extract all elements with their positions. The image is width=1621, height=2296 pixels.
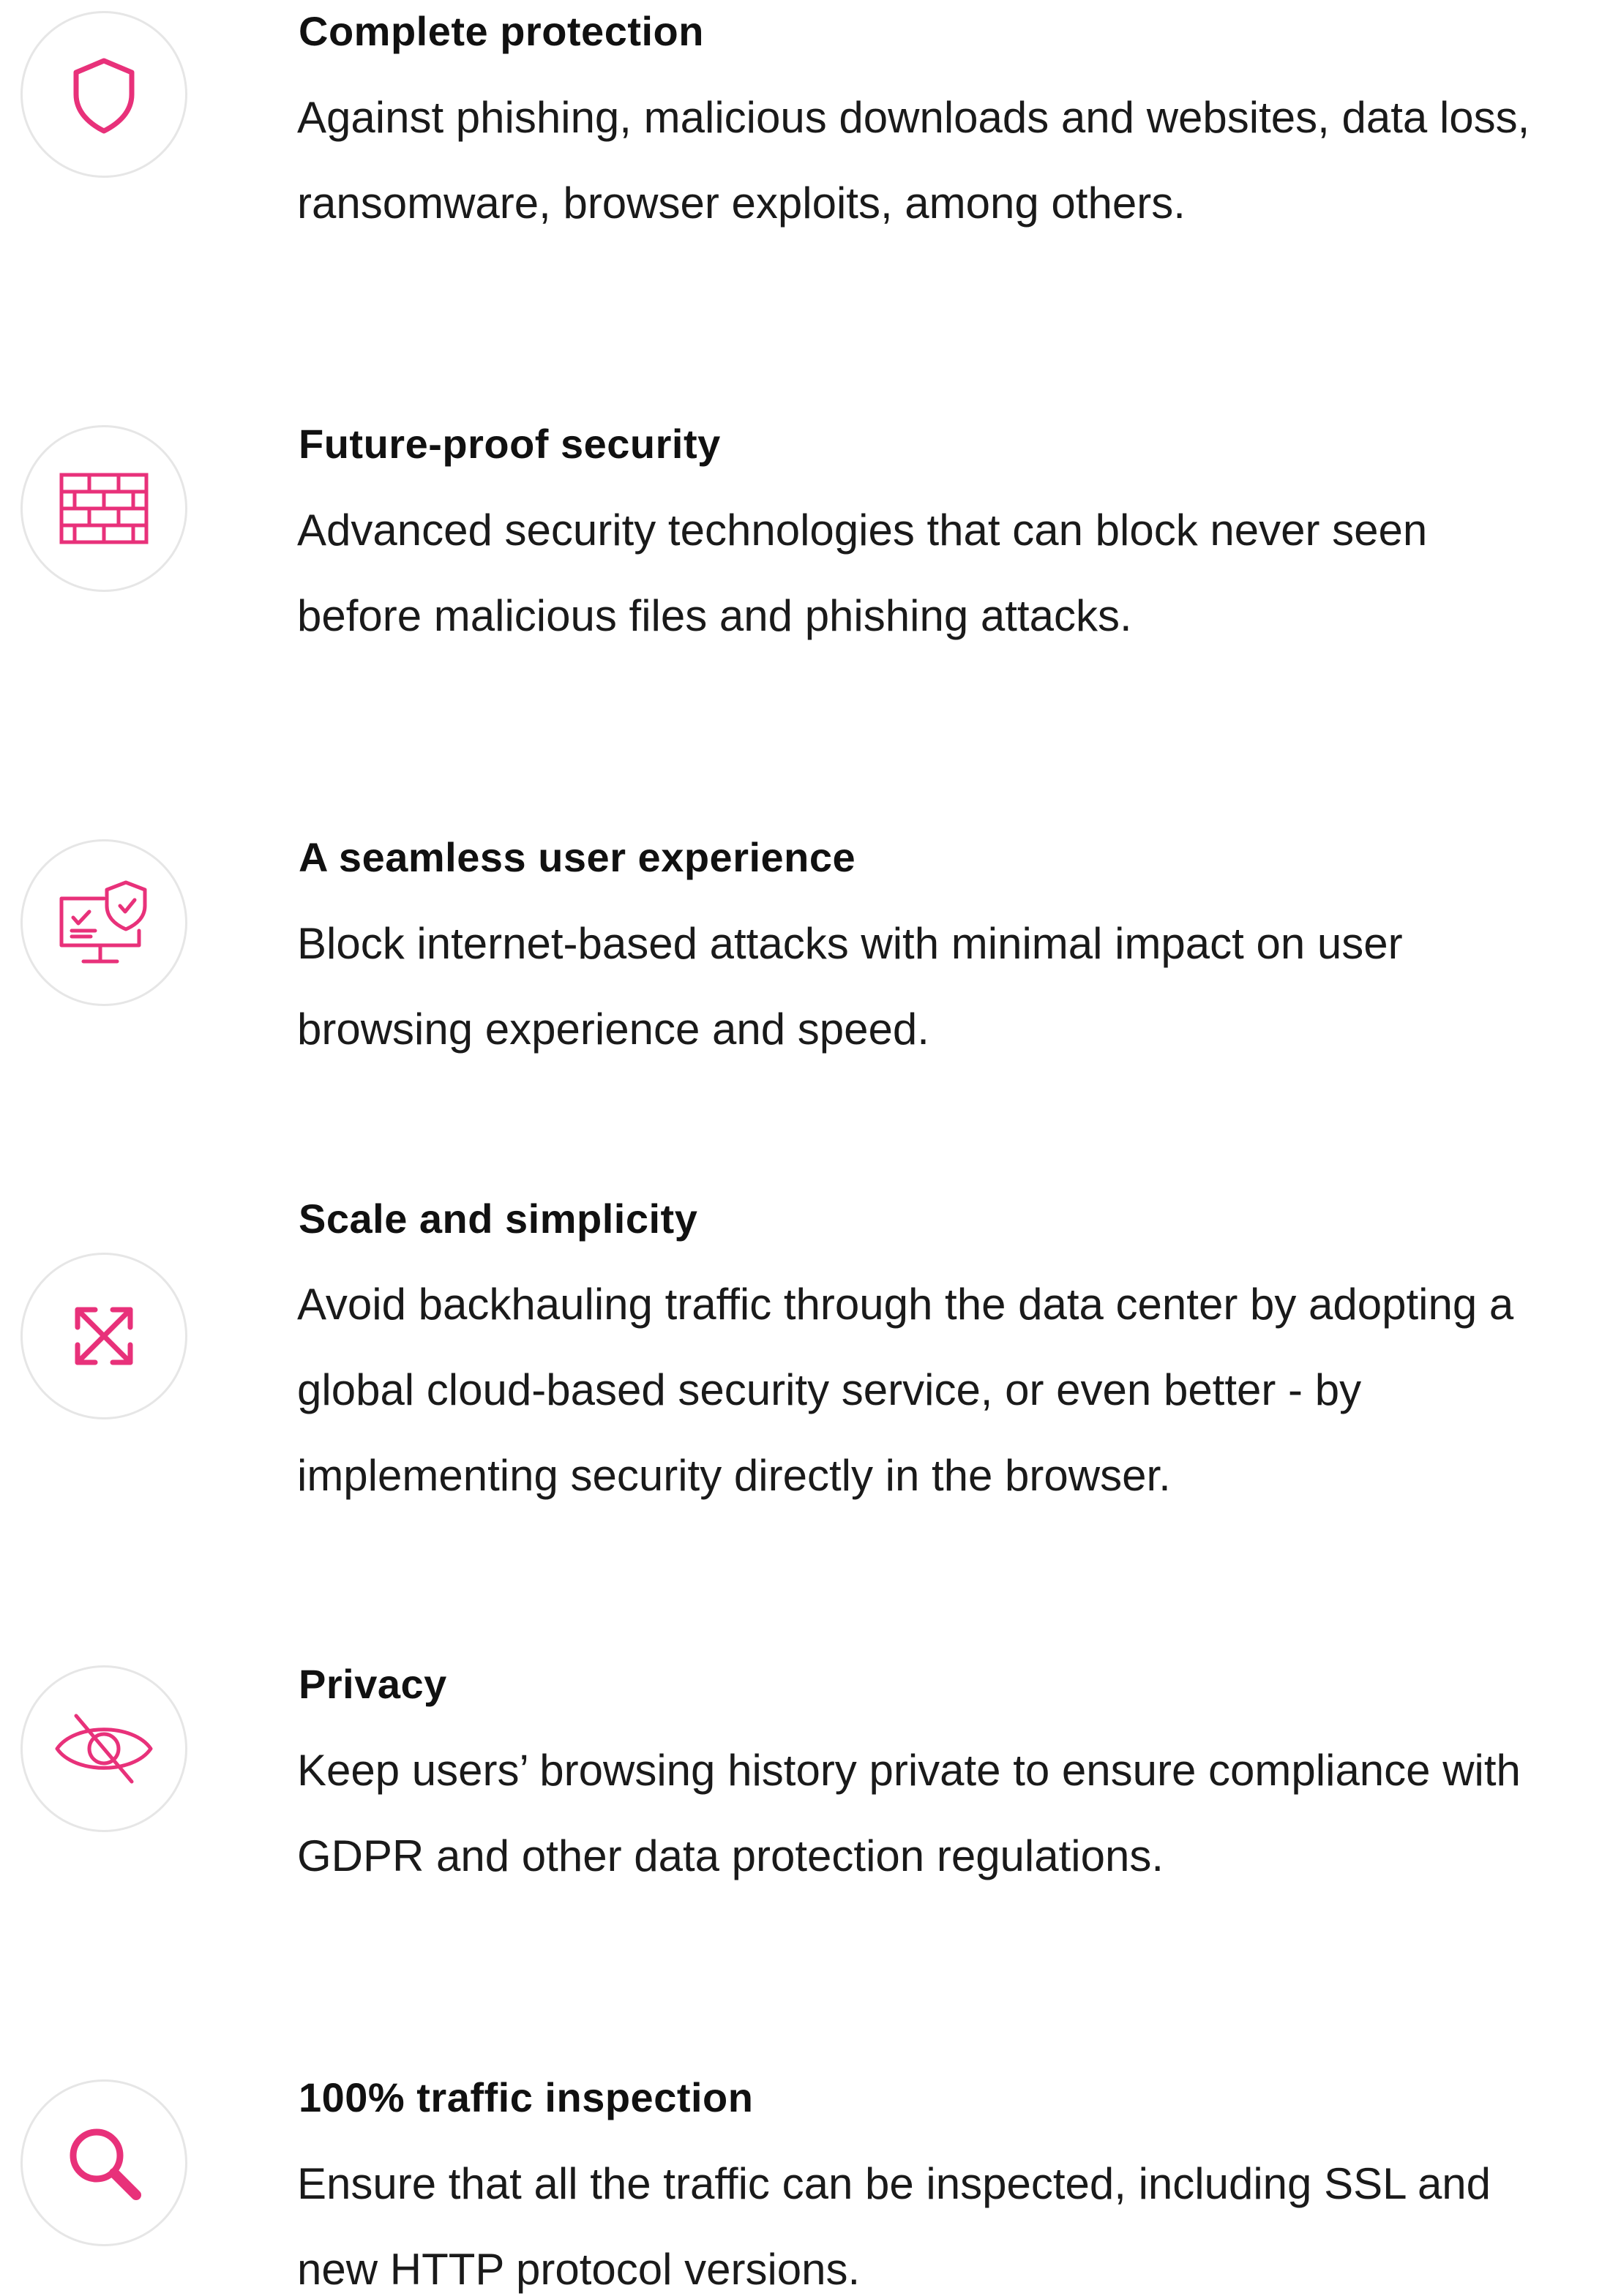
feature-title: Privacy xyxy=(299,1661,447,1707)
description-line: GDPR and other data protection regulatio… xyxy=(297,1831,1164,1880)
feature-description: Block internet-based attacks with minima… xyxy=(297,901,1614,1072)
description-line: implementing security directly in the br… xyxy=(297,1451,1171,1500)
icon-circle xyxy=(20,425,187,592)
description-line: global cloud-based security service, or … xyxy=(297,1365,1362,1414)
feature-title: Complete protection xyxy=(299,8,704,54)
expand-arrows-icon xyxy=(75,1307,133,1365)
description-line: Against phishing, malicious downloads an… xyxy=(297,93,1530,142)
feature-description: Ensure that all the traffic can be inspe… xyxy=(297,2141,1614,2296)
feature-description: Avoid backhauling traffic through the da… xyxy=(297,1261,1614,1518)
description-line: before malicious files and phishing atta… xyxy=(297,591,1132,640)
magnifier-icon xyxy=(70,2128,141,2200)
shield-icon xyxy=(73,58,135,134)
icon-circle xyxy=(20,839,187,1006)
icon-circle xyxy=(20,2079,187,2246)
icon-circle xyxy=(20,1253,187,1419)
icon-circle xyxy=(20,11,187,178)
monitor-shield-icon xyxy=(59,880,147,964)
feature-description: Against phishing, malicious downloads an… xyxy=(297,75,1614,246)
feature-title: A seamless user experience xyxy=(299,834,856,880)
description-line: browsing experience and speed. xyxy=(297,1005,929,1054)
eye-slash-icon xyxy=(55,1714,153,1784)
feature-description: Advanced security technologies that can … xyxy=(297,487,1614,659)
feature-description: Keep users’ browsing history private to … xyxy=(297,1727,1614,1899)
description-line: Avoid backhauling traffic through the da… xyxy=(297,1280,1514,1329)
description-line: Keep users’ browsing history private to … xyxy=(297,1746,1521,1795)
feature-title: 100% traffic inspection xyxy=(299,2074,754,2120)
brick-wall-icon xyxy=(59,473,149,544)
description-line: Block internet-based attacks with minima… xyxy=(297,919,1403,968)
description-line: Advanced security technologies that can … xyxy=(297,506,1428,555)
description-line: ransomware, browser exploits, among othe… xyxy=(297,179,1186,228)
description-line: new HTTP protocol versions. xyxy=(297,2245,861,2294)
description-line: Ensure that all the traffic can be inspe… xyxy=(297,2159,1491,2208)
icon-circle xyxy=(20,1665,187,1832)
feature-title: Scale and simplicity xyxy=(299,1196,698,1242)
feature-title: Future-proof security xyxy=(299,421,721,467)
